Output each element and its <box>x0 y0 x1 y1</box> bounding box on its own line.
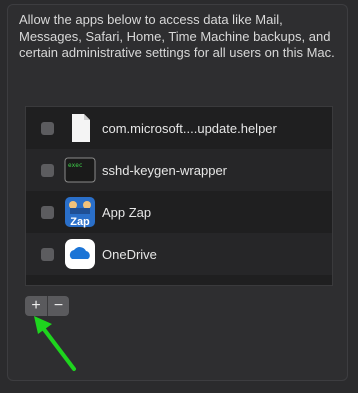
app-name: OneDrive <box>102 247 157 262</box>
app-name: sshd-keygen-wrapper <box>102 163 228 178</box>
document-icon <box>64 112 96 144</box>
list-item-sshd-keygen-wrapper[interactable]: exec sshd-keygen-wrapper <box>26 149 332 191</box>
app-list[interactable]: com.microsoft....update.helper exec sshd… <box>25 106 333 286</box>
checkbox[interactable] <box>41 122 54 135</box>
list-item-microsoft-update-helper[interactable]: com.microsoft....update.helper <box>26 107 332 149</box>
checkbox[interactable] <box>41 248 54 261</box>
svg-text:exec: exec <box>68 162 83 169</box>
checkbox[interactable] <box>41 206 54 219</box>
remove-button[interactable]: − <box>47 296 69 316</box>
app-zap-icon: Zap <box>64 196 96 228</box>
onedrive-cloud-icon <box>64 238 96 270</box>
list-item-app-zap[interactable]: Zap App Zap <box>26 191 332 233</box>
svg-text:Zap: Zap <box>70 216 90 228</box>
terminal-icon: exec <box>64 154 96 186</box>
description-text: Allow the apps below to access data like… <box>19 12 335 60</box>
checkbox[interactable] <box>41 164 54 177</box>
app-name: com.microsoft....update.helper <box>102 121 277 136</box>
arrow-annotation-icon <box>30 314 80 379</box>
app-name: App Zap <box>102 205 152 220</box>
add-remove-control: + − <box>25 296 69 316</box>
add-button[interactable]: + <box>25 296 47 316</box>
list-item-onedrive[interactable]: OneDrive <box>26 233 332 275</box>
